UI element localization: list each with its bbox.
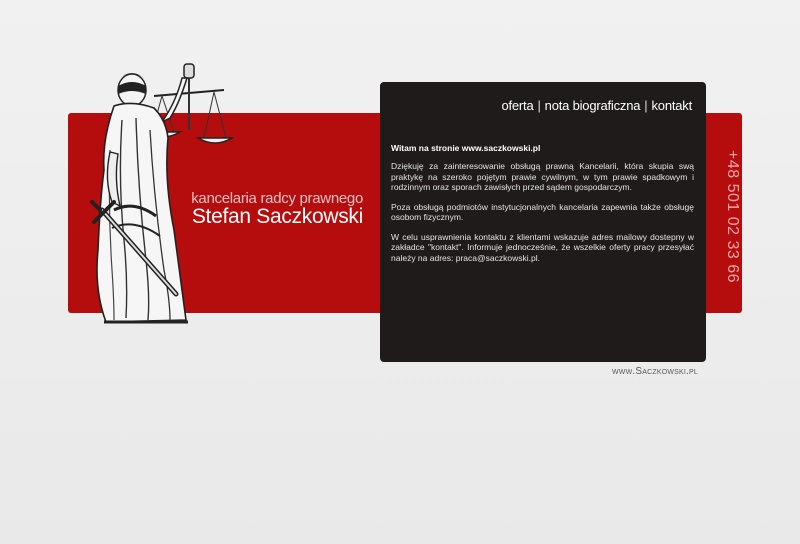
nav-kontakt[interactable]: kontakt: [651, 98, 692, 113]
nav-separator: |: [644, 98, 648, 113]
nav-oferta[interactable]: oferta: [501, 98, 533, 113]
content-paragraph: W celu usprawnienia kontaktu z klientami…: [391, 231, 694, 263]
main-nav: oferta | nota biograficzna | kontakt: [501, 98, 692, 113]
content-paragraph: Dziękuję za zainteresowanie obsługą praw…: [391, 161, 694, 193]
nav-nota-biograficzna[interactable]: nota biograficzna: [545, 98, 641, 113]
welcome-content: Witam na stronie www.saczkowski.pl Dzięk…: [391, 143, 694, 272]
welcome-heading: Witam na stronie www.saczkowski.pl: [391, 143, 541, 153]
phone-number: +48 501 02 33 66: [724, 150, 741, 284]
lady-justice-statue-icon: [90, 63, 234, 324]
nav-separator: |: [537, 98, 541, 113]
site-url[interactable]: www.Saczkowski.pl: [612, 366, 698, 377]
content-paragraph: Poza obsługą podmiotów instytucjonalnych…: [391, 201, 694, 223]
content-panel: oferta | nota biograficzna | kontakt Witam n…: [380, 82, 706, 362]
